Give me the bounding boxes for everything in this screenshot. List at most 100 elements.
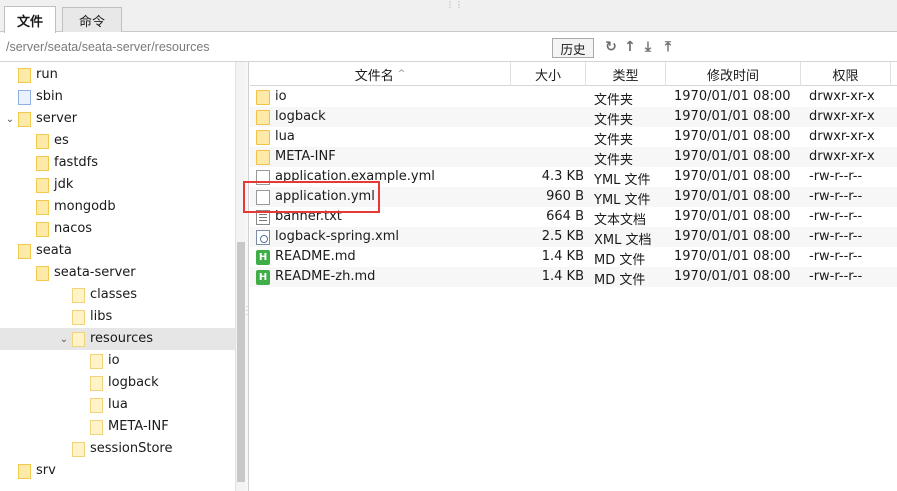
file-row[interactable]: H README-zh.md 1.4 KB MD 文件 1970/01/01 08:00… (250, 267, 897, 288)
tree-item-label: nacos (54, 221, 93, 236)
column-name[interactable]: 文件名 ^ (250, 62, 511, 86)
file-type: 文件夹 (594, 133, 634, 148)
tree-item[interactable]: mongodb (0, 196, 236, 218)
tree-item[interactable]: es (0, 130, 236, 152)
tree-item[interactable]: classes (0, 284, 236, 306)
tree-item-label: sbin (36, 89, 63, 104)
folder-link-icon (18, 90, 31, 105)
column-permissions-label: 权限 (832, 68, 859, 84)
history-button[interactable]: 历史 (552, 38, 594, 58)
file-name: META-INF (275, 149, 336, 164)
file-mtime: 1970/01/01 08:00 (674, 229, 791, 244)
tree-item-label: classes (90, 287, 138, 302)
file-row[interactable]: logback 文件夹 1970/01/01 08:00 drwxr-xr-x (250, 107, 897, 128)
folder-icon (72, 442, 85, 457)
drag-grip-icon[interactable]: ⋮⋮ (446, 0, 464, 9)
file-type: 文件夹 (594, 93, 634, 108)
file-type: YML 文件 (594, 173, 651, 188)
tree-item[interactable]: ⌄seata (0, 240, 236, 262)
column-permissions[interactable]: 权限 (801, 62, 891, 86)
tree-item[interactable]: nacos (0, 218, 236, 240)
tree-item[interactable]: libs (0, 306, 236, 328)
file-row[interactable]: lua 文件夹 1970/01/01 08:00 drwxr-xr-x (250, 127, 897, 148)
tree-item-label: es (54, 133, 69, 148)
refresh-icon[interactable]: ↻ (602, 38, 620, 56)
column-mtime-label: 修改时间 (706, 68, 759, 84)
tree-item[interactable]: fastdfs (0, 152, 236, 174)
chevron-down-icon[interactable]: ⌄ (58, 333, 70, 345)
file-row[interactable]: META-INF 文件夹 1970/01/01 08:00 drwxr-xr-x (250, 147, 897, 168)
tree-item[interactable]: sessionStore (0, 438, 236, 460)
tree-item-label: srv (36, 463, 56, 478)
file-name: banner.txt (275, 209, 342, 224)
file-permissions: -rw-r--r-- (809, 209, 863, 224)
folder-icon (36, 266, 49, 281)
tree-item[interactable]: ⌄ server (0, 108, 236, 130)
list-header: 文件名 ^ 大小 类型 修改时间 权限 (250, 62, 897, 86)
tree-item-label: seata-server (54, 265, 136, 280)
tree-scroll-thumb[interactable] (237, 242, 245, 482)
markdown-file-icon: H (256, 250, 270, 265)
column-type[interactable]: 类型 (586, 62, 666, 86)
path-field[interactable]: /server/seata/seata-server/resources (6, 40, 210, 54)
file-row[interactable]: io 文件夹 1970/01/01 08:00 drwxr-xr-x (250, 87, 897, 108)
file-row[interactable]: H README.md 1.4 KB MD 文件 1970/01/01 08:00 -rw… (250, 247, 897, 268)
tree-item[interactable]: jdk (0, 174, 236, 196)
tree-item[interactable]: logback (0, 372, 236, 394)
file-row[interactable]: application.yml 960 B YML 文件 1970/01/01 08:… (250, 187, 897, 208)
file-permissions: drwxr-xr-x (809, 89, 875, 104)
tree-scrollbar[interactable] (235, 62, 245, 491)
tree-item-label: sessionStore (90, 441, 173, 456)
file-type: MD 文件 (594, 253, 646, 268)
tree-item[interactable]: META-INF (0, 416, 236, 438)
folder-icon (256, 90, 270, 105)
file-permissions: -rw-r--r-- (809, 229, 863, 244)
file-permissions: -rw-r--r-- (809, 249, 863, 264)
xml-file-icon (256, 230, 270, 245)
tree-item[interactable]: run (0, 64, 236, 86)
tree-item[interactable]: sbin (0, 86, 236, 108)
folder-icon (18, 464, 31, 479)
file-size: 2.5 KB (541, 229, 584, 244)
folder-icon (90, 376, 103, 391)
chevron-down-icon[interactable]: ⌄ (4, 113, 16, 125)
folder-icon (72, 332, 85, 347)
pane-splitter[interactable] (245, 62, 249, 491)
download-icon[interactable]: ⤓ (639, 38, 657, 56)
splitter-grip-icon: · · · (245, 303, 249, 319)
tree-item[interactable]: srv (0, 460, 236, 482)
tree-item[interactable]: ⌄ resources (0, 328, 236, 350)
tree-item-label: mongodb (54, 199, 116, 214)
upload-icon[interactable]: ⤒ (659, 38, 677, 56)
tree-item[interactable]: lua (0, 394, 236, 416)
tree-item[interactable]: ⌄seata-server (0, 262, 236, 284)
file-permissions: -rw-r--r-- (809, 269, 863, 284)
file-size: 664 B (546, 209, 584, 224)
file-permissions: -rw-r--r-- (809, 169, 863, 184)
tree-item-label: server (36, 111, 78, 126)
tree-item[interactable]: io (0, 350, 236, 372)
folder-icon (90, 420, 103, 435)
folder-icon (256, 130, 270, 145)
tree-item-label: META-INF (108, 419, 169, 434)
tab-commands[interactable]: 命令 (62, 7, 122, 32)
column-mtime[interactable]: 修改时间 (666, 62, 801, 86)
folder-icon (36, 222, 49, 237)
file-list: 文件名 ^ 大小 类型 修改时间 权限 io 文件夹 1970/01/01 08:00… (250, 62, 897, 491)
file-type: 文件夹 (594, 153, 634, 168)
folder-icon (18, 68, 31, 83)
folder-icon (18, 244, 31, 259)
file-row[interactable]: logback-spring.xml 2.5 KB XML 文档 1970/01/01… (250, 227, 897, 248)
folder-icon (36, 156, 49, 171)
file-row[interactable]: application.example.yml 4.3 KB YML 文件 1970/… (250, 167, 897, 188)
folder-icon (90, 354, 103, 369)
column-size[interactable]: 大小 (511, 62, 586, 86)
column-name-label: 文件名 (354, 68, 394, 84)
file-type: MD 文件 (594, 273, 646, 288)
tree-item-label: resources (90, 331, 154, 346)
file-mtime: 1970/01/01 08:00 (674, 249, 791, 264)
file-name: README-zh.md (275, 269, 376, 284)
up-icon[interactable]: ↑ (621, 38, 639, 56)
file-row[interactable]: banner.txt 664 B 文本文档 1970/01/01 08:00 -rw-r… (250, 207, 897, 228)
tab-files[interactable]: 文件 (4, 6, 56, 33)
